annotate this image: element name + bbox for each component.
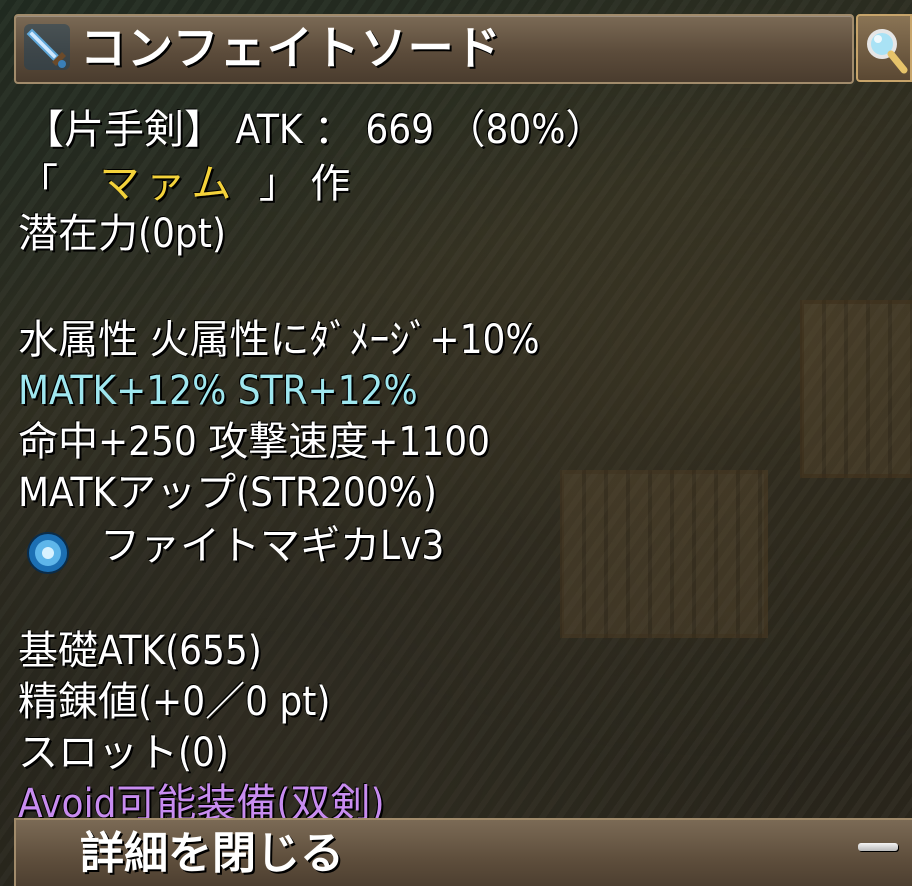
base-atk-line: 基礎ATK(655) — [18, 628, 262, 674]
slot-line: スロット(0) — [18, 730, 229, 776]
crafter-open-bracket: 「 — [18, 161, 58, 207]
element-line: 水属性 火属性にﾀﾞﾒｰｼﾞ+10% — [18, 317, 540, 363]
crafter-close-bracket: 」 作 — [258, 161, 351, 207]
skill-line: ファイトマギカLv3 — [100, 523, 445, 569]
matk-str-line: MATK+12% STR+12% — [18, 368, 418, 414]
matk-up-line: MATKアップ(STR200%) — [18, 470, 437, 516]
crafter-line: 「 マァム 」 作 — [18, 160, 350, 208]
weapon-type-atk: 【片手剣】 ATK ： 669 （80%） — [24, 107, 606, 153]
refine-line: 精錬値(+0／0 pt) — [18, 679, 331, 725]
close-details-label[interactable]: 詳細を閉じる — [80, 824, 344, 884]
minus-icon[interactable] — [858, 843, 898, 851]
item-detail-panel: 【片手剣】 ATK ： 669 （80%） 「 マァム 」 作 潜在力(0pt)… — [0, 0, 912, 818]
crafter-name: マァム — [99, 161, 238, 207]
blue-orb-icon — [27, 532, 69, 574]
avoid-line: Avoid可能装備(双剣) — [18, 781, 385, 818]
potential-line: 潜在力(0pt) — [18, 211, 226, 257]
hit-aspd-line: 命中+250 攻撃速度+1100 — [18, 419, 490, 465]
